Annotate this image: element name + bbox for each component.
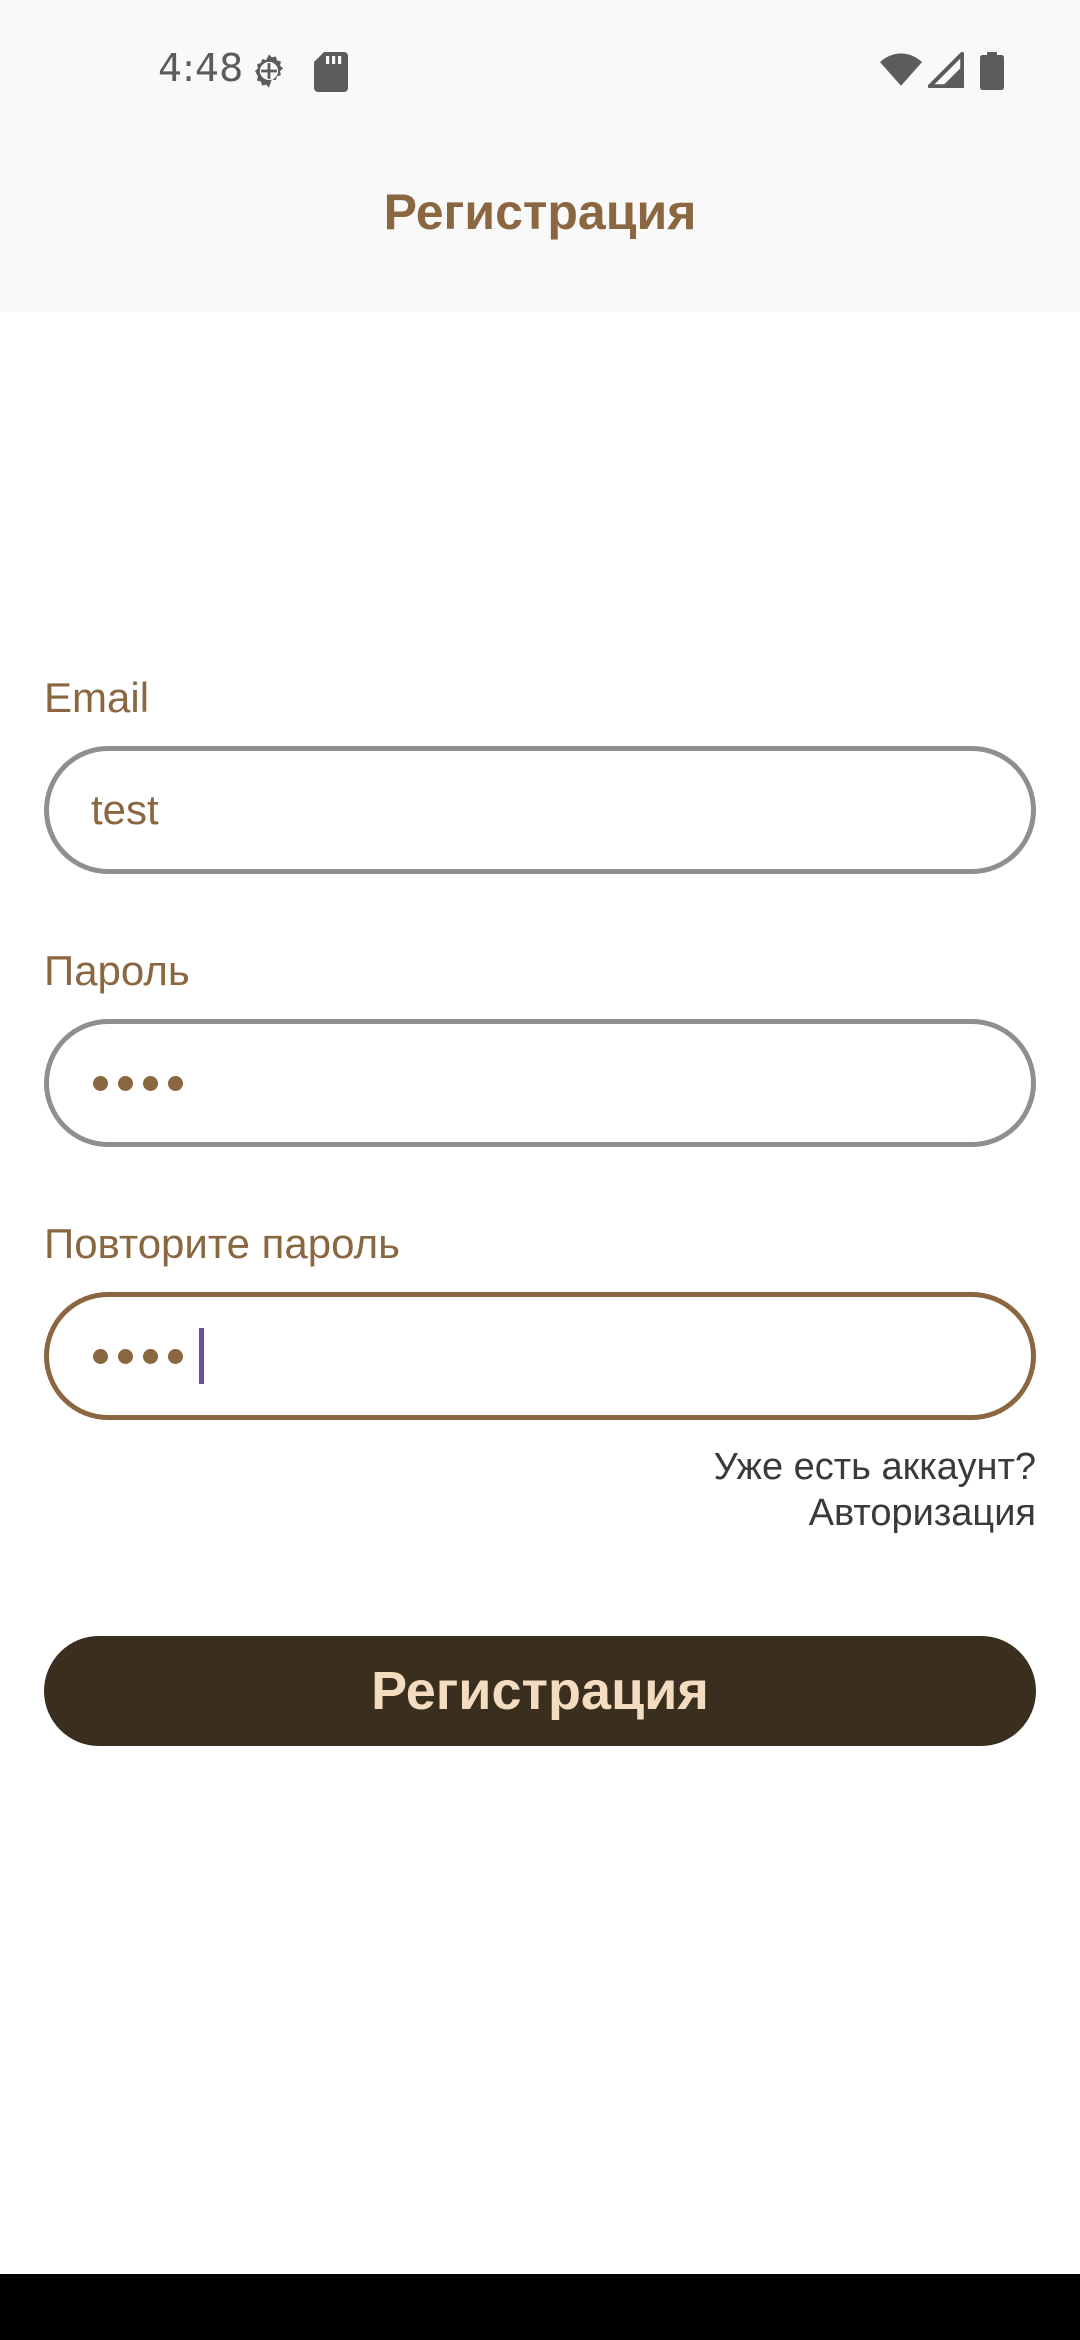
repeat-password-label: Повторите пароль [44,1220,400,1267]
password-dot [93,1348,108,1364]
battery-icon [980,52,1004,90]
registration-screen: 4:48 Регистрация Email test Пароль Повто… [0,0,1080,2340]
password-dot [168,1348,183,1364]
system-nav-bar [0,2274,1080,2340]
signal-icon [928,52,964,88]
status-bar: 4:48 [0,0,1080,140]
password-dot [93,1075,108,1091]
login-prompt[interactable]: Уже есть аккаунт? Авторизация [714,1444,1036,1536]
text-caret [199,1328,204,1384]
email-label: Email [44,674,150,721]
login-question: Уже есть аккаунт? [713,1446,1036,1488]
password-dot [143,1075,158,1091]
email-field[interactable]: test [44,746,1036,874]
password-dot [118,1348,133,1364]
page-title: Регистрация [383,184,697,240]
gear-icon [255,54,283,88]
password-mask [93,1024,183,1142]
top-app-bar: Регистрация [0,140,1080,312]
password-dot [118,1075,133,1091]
sd-card-icon [314,52,348,92]
register-button[interactable]: Регистрация [44,1636,1036,1746]
password-dot [168,1075,183,1091]
login-link[interactable]: Авторизация [714,1490,1036,1536]
password-label: Пароль [44,947,190,994]
email-value: test [91,786,159,833]
repeat-password-field[interactable] [44,1292,1036,1420]
home-indicator[interactable] [390,2255,690,2265]
repeat-password-mask [93,1297,204,1415]
password-dot [143,1348,158,1364]
status-time: 4:48 [158,46,244,90]
password-field[interactable] [44,1019,1036,1147]
wifi-icon [880,53,922,86]
